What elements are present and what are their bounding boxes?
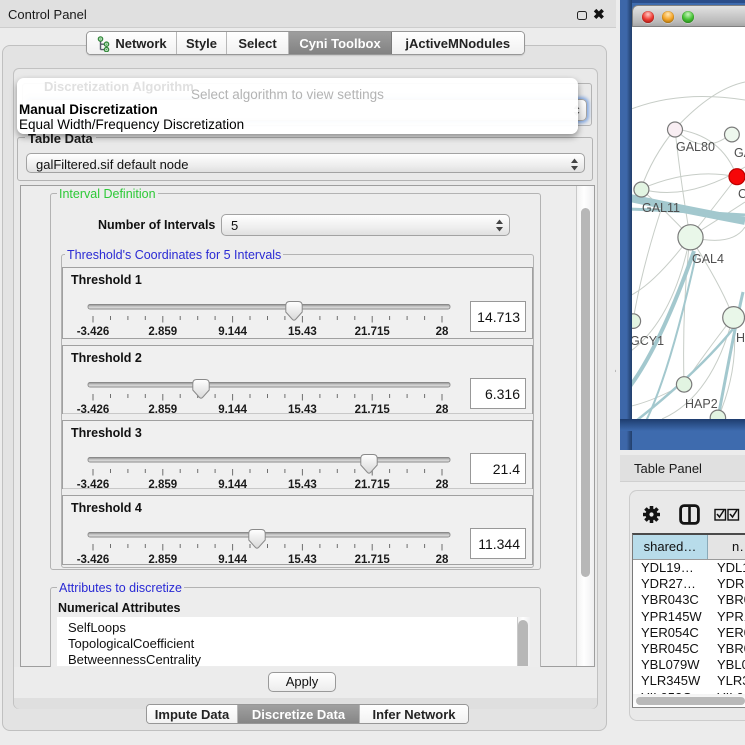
svg-text:28: 28 bbox=[436, 326, 449, 338]
svg-text:21.715: 21.715 bbox=[355, 479, 391, 490]
svg-text:28: 28 bbox=[436, 479, 449, 490]
svg-text:21.715: 21.715 bbox=[355, 404, 391, 415]
svg-text:2.859: 2.859 bbox=[148, 404, 177, 415]
svg-text:28: 28 bbox=[436, 404, 449, 415]
svg-text:15.43: 15.43 bbox=[288, 404, 317, 415]
svg-text:9.144: 9.144 bbox=[218, 554, 247, 565]
svg-text:Threshold 1: Threshold 1 bbox=[71, 273, 142, 287]
svg-text:15.43: 15.43 bbox=[288, 554, 317, 565]
svg-text:GAL80: GAL80 bbox=[676, 140, 715, 154]
svg-text:28: 28 bbox=[436, 554, 449, 565]
svg-text:-3.426: -3.426 bbox=[77, 554, 110, 565]
svg-text:15.43: 15.43 bbox=[288, 326, 317, 338]
svg-text:21.715: 21.715 bbox=[355, 326, 391, 338]
svg-text:21.715: 21.715 bbox=[355, 554, 391, 565]
svg-text:15.43: 15.43 bbox=[288, 479, 317, 490]
svg-text:Threshold 4: Threshold 4 bbox=[71, 501, 142, 515]
svg-text:C: C bbox=[738, 187, 745, 201]
svg-text:2.859: 2.859 bbox=[148, 326, 177, 338]
svg-text:2.859: 2.859 bbox=[148, 479, 177, 490]
svg-text:Threshold 3: Threshold 3 bbox=[71, 426, 142, 440]
svg-text:9.144: 9.144 bbox=[218, 479, 247, 490]
svg-text:9.144: 9.144 bbox=[218, 404, 247, 415]
svg-text:GAL4: GAL4 bbox=[692, 252, 724, 266]
svg-text:-3.426: -3.426 bbox=[77, 326, 110, 338]
svg-text:GAL11: GAL11 bbox=[642, 201, 680, 215]
svg-text:H: H bbox=[736, 331, 745, 345]
svg-text:-3.426: -3.426 bbox=[77, 404, 110, 415]
svg-text:HAP2: HAP2 bbox=[685, 397, 718, 411]
svg-text:Threshold 2: Threshold 2 bbox=[71, 351, 142, 365]
svg-text:GCY1: GCY1 bbox=[632, 334, 664, 348]
svg-text:GA: GA bbox=[734, 146, 745, 160]
svg-text:-3.426: -3.426 bbox=[77, 479, 110, 490]
svg-text:9.144: 9.144 bbox=[218, 326, 247, 338]
svg-text:2.859: 2.859 bbox=[148, 554, 177, 565]
